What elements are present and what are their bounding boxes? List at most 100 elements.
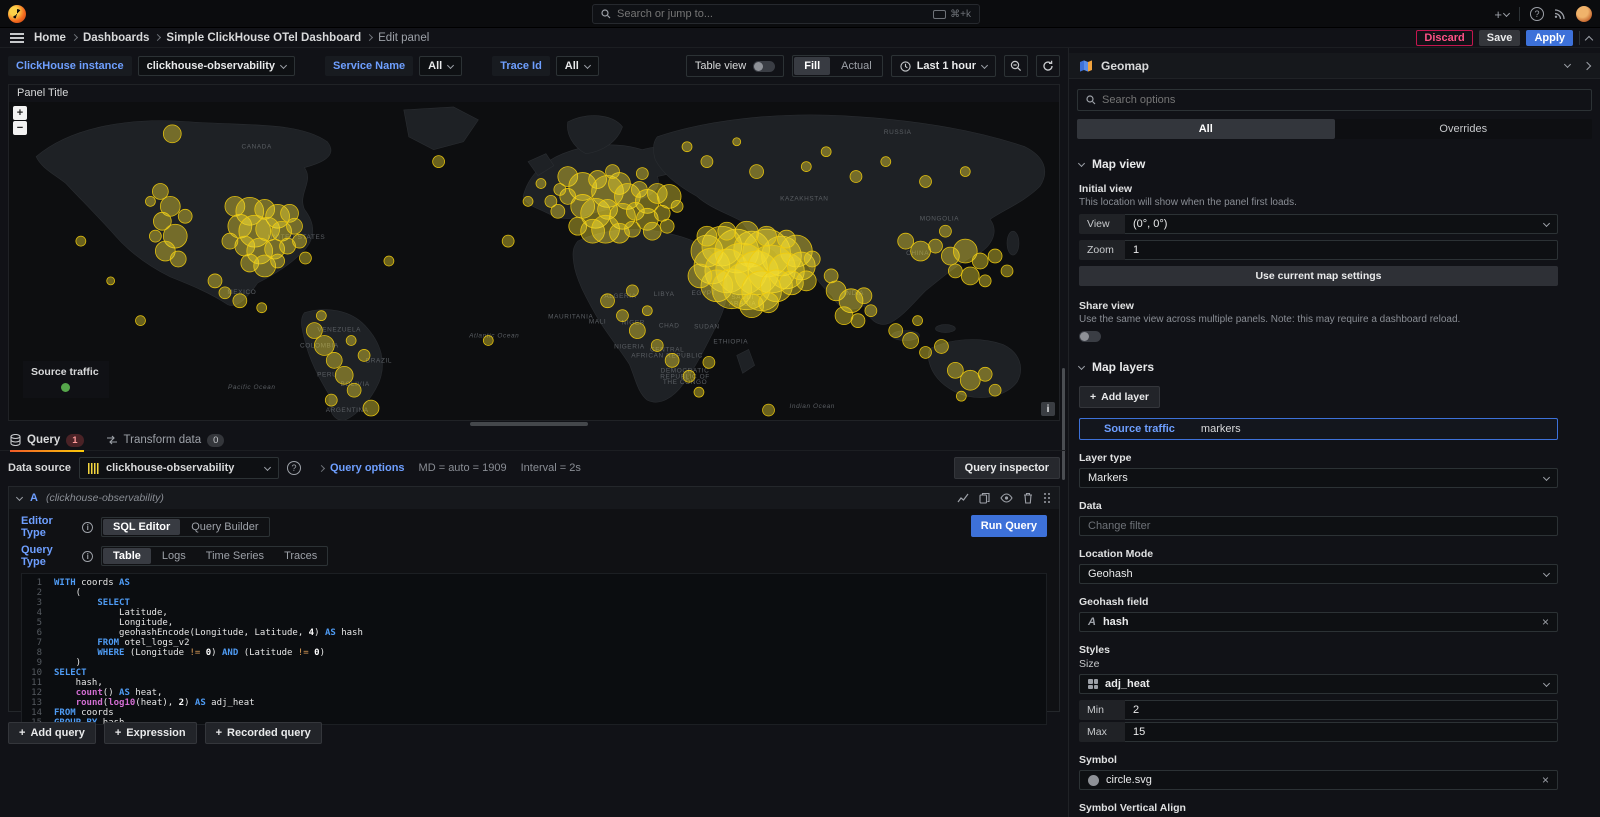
panel-header[interactable]: Panel Title: [9, 85, 1059, 101]
apply-button[interactable]: Apply: [1526, 30, 1573, 46]
tab-transform-data[interactable]: Transform data 0: [106, 430, 225, 451]
trace-id-select[interactable]: All: [556, 56, 599, 76]
clickhouse-instance-select[interactable]: clickhouse-observability: [138, 56, 295, 76]
run-query-button[interactable]: Run Query: [971, 515, 1047, 537]
clear-icon[interactable]: ×: [1542, 773, 1549, 787]
drag-handle-icon[interactable]: [1043, 492, 1051, 504]
tab-query[interactable]: Query 1: [10, 430, 84, 451]
view-select[interactable]: (0°, 0°): [1125, 214, 1558, 234]
collapse-pane-icon[interactable]: [1583, 61, 1591, 69]
editor-type-segmented: SQL Editor Query Builder: [101, 517, 270, 537]
min-label: Min: [1079, 700, 1125, 720]
top-nav: ⌘+k + ?: [0, 0, 1600, 28]
chart-icon[interactable]: [957, 492, 969, 504]
news-icon[interactable]: [1554, 8, 1566, 20]
query-tab-bar: Query 1 Transform data 0: [0, 430, 1066, 451]
add-query-button[interactable]: +Add query: [8, 722, 96, 744]
data-filter-select[interactable]: Change filter: [1079, 516, 1558, 536]
chevron-down-icon: [1078, 362, 1085, 369]
type-table-option[interactable]: Table: [103, 548, 151, 564]
sql-code[interactable]: WITH coords AS ( SELECT Latitude, Longit…: [48, 574, 363, 724]
menu-icon[interactable]: [10, 33, 24, 43]
table-view-toggle[interactable]: Table view: [686, 55, 784, 77]
discard-button[interactable]: Discard: [1416, 30, 1472, 46]
options-tabs: All Overrides: [1077, 119, 1592, 139]
size-field-select[interactable]: adj_heat: [1079, 674, 1558, 694]
use-current-map-settings-button[interactable]: Use current map settings: [1079, 266, 1558, 286]
map-legend: Source traffic: [23, 361, 109, 398]
breadcrumb-dashboards[interactable]: Dashboards: [83, 32, 149, 44]
breadcrumb-dashboard-name[interactable]: Simple ClickHouse OTel Dashboard: [166, 32, 361, 44]
zoom-out-time-button[interactable]: [1004, 55, 1028, 77]
tab-overrides[interactable]: Overrides: [1335, 119, 1593, 139]
chevron-down-icon: [981, 61, 988, 68]
svg-text:Atlantic Ocean: Atlantic Ocean: [468, 333, 519, 340]
query-builder-option[interactable]: Query Builder: [181, 518, 268, 536]
chevron-down-icon: [447, 61, 454, 68]
map-layers-section-header[interactable]: Map layers: [1079, 360, 1600, 374]
add-new-button[interactable]: +: [1494, 7, 1509, 22]
expression-button[interactable]: +Expression: [104, 722, 197, 744]
user-avatar[interactable]: [1576, 6, 1592, 22]
tab-all[interactable]: All: [1077, 119, 1335, 139]
map-zoom-in-button[interactable]: +: [13, 106, 27, 120]
svg-text:Pacific Ocean: Pacific Ocean: [228, 384, 275, 391]
plus-icon: +: [19, 727, 25, 739]
type-timeseries-option[interactable]: Time Series: [196, 547, 274, 565]
datasource-picker[interactable]: clickhouse-observability: [79, 457, 279, 479]
share-view-toggle[interactable]: [1079, 331, 1101, 342]
add-layer-button[interactable]: +Add layer: [1079, 386, 1160, 408]
search-input[interactable]: [617, 8, 927, 20]
datasource-row: Data source clickhouse-observability ? Q…: [8, 456, 1060, 480]
fill-option[interactable]: Fill: [794, 57, 830, 75]
map-attribution-button[interactable]: i: [1041, 402, 1055, 416]
geohash-field-select[interactable]: A hash ×: [1079, 612, 1558, 632]
location-mode-select[interactable]: Geohash: [1079, 564, 1558, 584]
recorded-query-button[interactable]: +Recorded query: [205, 722, 322, 744]
chevron-down-icon[interactable]: [1564, 61, 1571, 68]
query-options[interactable]: Query options MD = auto = 1909 Interval …: [319, 462, 581, 474]
collapse-icon[interactable]: [16, 493, 23, 500]
options-scrollbar[interactable]: [1062, 368, 1065, 480]
help-icon[interactable]: ?: [1530, 7, 1544, 21]
type-logs-option[interactable]: Logs: [152, 547, 196, 565]
clear-icon[interactable]: ×: [1542, 615, 1549, 629]
max-input[interactable]: 15: [1125, 722, 1558, 742]
svg-text:ETHIOPIA: ETHIOPIA: [713, 338, 748, 345]
actual-option[interactable]: Actual: [831, 56, 882, 76]
grafana-logo-icon[interactable]: [8, 5, 26, 23]
save-button[interactable]: Save: [1479, 30, 1521, 46]
map-view-section-header[interactable]: Map view: [1079, 157, 1600, 171]
eye-icon[interactable]: [1000, 493, 1013, 503]
visualization-picker[interactable]: Geomap: [1069, 53, 1600, 79]
global-search[interactable]: ⌘+k: [592, 4, 980, 24]
chevron-down-icon: [1543, 473, 1550, 480]
min-input[interactable]: 2: [1125, 700, 1558, 720]
clock-icon: [900, 61, 911, 72]
toggle-switch-icon[interactable]: [753, 61, 775, 72]
symbol-select[interactable]: circle.svg ×: [1079, 770, 1558, 790]
type-traces-option[interactable]: Traces: [274, 547, 327, 565]
time-range-picker[interactable]: Last 1 hour: [891, 55, 996, 77]
pane-resize-handle[interactable]: [470, 422, 588, 426]
refresh-button[interactable]: [1036, 55, 1060, 77]
sql-code-editor[interactable]: 123456789101112131415 WITH coords AS ( S…: [21, 573, 1047, 725]
query-row-header[interactable]: A (clickhouse-observability): [9, 487, 1059, 509]
datasource-help-icon[interactable]: ?: [287, 461, 301, 475]
trash-icon[interactable]: [1023, 492, 1033, 504]
layer-name[interactable]: Source traffic: [1104, 423, 1175, 435]
chevron-up-icon[interactable]: [1585, 35, 1593, 43]
map-viewport[interactable]: + − RUSSI: [9, 102, 1059, 420]
layer-type-select[interactable]: Markers: [1079, 468, 1558, 488]
breadcrumb-home[interactable]: Home: [34, 32, 66, 44]
svg-text:PERU: PERU: [317, 371, 337, 378]
sql-editor-option[interactable]: SQL Editor: [103, 519, 180, 535]
copy-icon[interactable]: [979, 492, 990, 504]
layer-row-source-traffic[interactable]: Source traffic markers: [1079, 418, 1558, 440]
zoom-input[interactable]: 1: [1125, 240, 1558, 260]
query-inspector-button[interactable]: Query inspector: [954, 457, 1060, 479]
options-search-input[interactable]: [1102, 94, 1583, 106]
map-zoom-out-button[interactable]: −: [13, 121, 27, 135]
service-name-select[interactable]: All: [419, 56, 462, 76]
options-search[interactable]: [1077, 89, 1592, 111]
